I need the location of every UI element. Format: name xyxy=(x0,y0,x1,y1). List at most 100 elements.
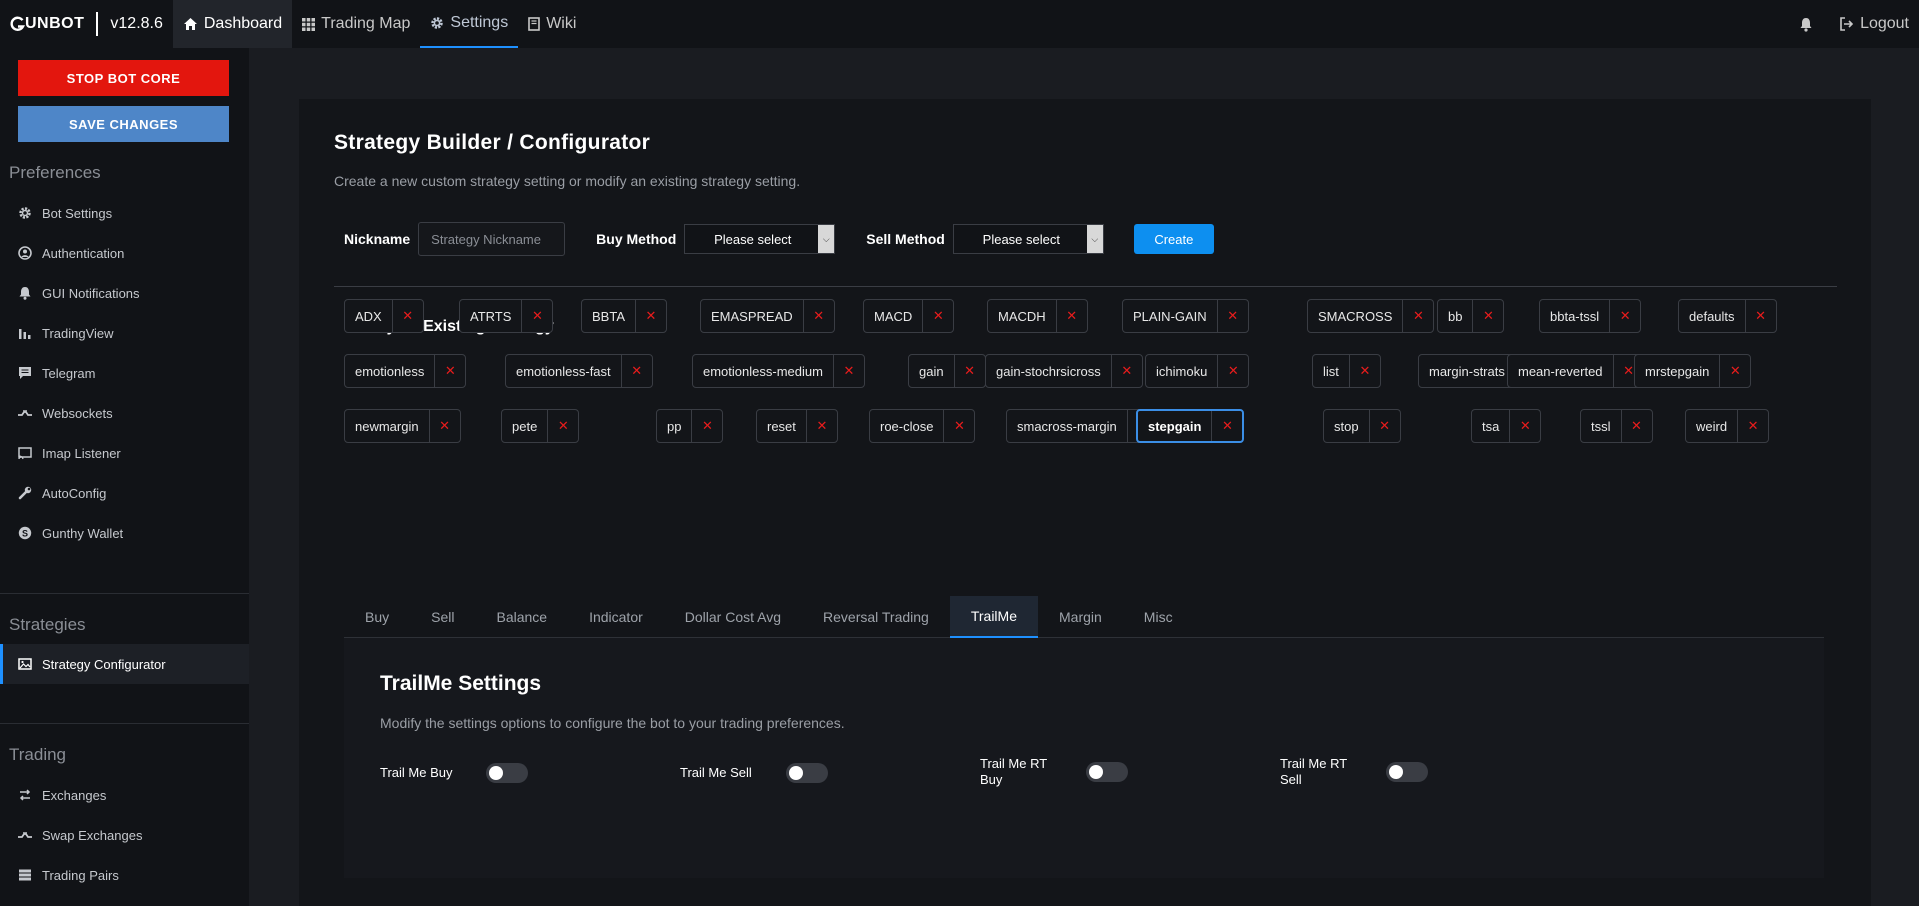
strategy-chip-label[interactable]: weird xyxy=(1686,410,1739,442)
tab-misc[interactable]: Misc xyxy=(1123,596,1194,638)
nickname-input[interactable]: Strategy Nickname xyxy=(418,222,566,256)
toggle-switch[interactable] xyxy=(1086,762,1128,782)
strategy-chip-label[interactable]: emotionless-fast xyxy=(506,355,622,387)
strategy-chip-emotionless[interactable]: emotionless ✕ xyxy=(344,354,467,388)
remove-strategy-icon[interactable]: ✕ xyxy=(1738,410,1768,442)
remove-strategy-icon[interactable]: ✕ xyxy=(1218,300,1248,332)
toggle-switch[interactable] xyxy=(786,763,828,783)
strategy-chip-mrstepgain[interactable]: mrstepgain ✕ xyxy=(1634,354,1752,388)
strategy-chip-label[interactable]: gain xyxy=(909,355,955,387)
nav-settings[interactable]: Settings xyxy=(420,0,519,48)
strategy-chip-label[interactable]: pete xyxy=(502,410,549,442)
create-button[interactable]: Create xyxy=(1133,224,1214,254)
strategy-chip-label[interactable]: bbta-tssl xyxy=(1540,300,1611,332)
nav-wiki[interactable]: Wiki xyxy=(518,0,586,48)
stop-bot-core-button[interactable]: STOP BOT CORE xyxy=(18,60,229,96)
remove-strategy-icon[interactable]: ✕ xyxy=(1112,355,1142,387)
toggle-switch[interactable] xyxy=(486,763,528,783)
tab-indicator[interactable]: Indicator xyxy=(568,596,664,638)
strategy-chip-macdh[interactable]: MACDH ✕ xyxy=(987,299,1088,333)
tab-buy[interactable]: Buy xyxy=(344,596,410,638)
strategy-chip-defaults[interactable]: defaults ✕ xyxy=(1678,299,1777,333)
strategy-chip-label[interactable]: bb xyxy=(1438,300,1474,332)
strategy-chip-label[interactable]: ichimoku xyxy=(1146,355,1219,387)
sidebar-item-exchanges[interactable]: Exchanges xyxy=(0,775,249,815)
remove-strategy-icon[interactable]: ✕ xyxy=(522,300,552,332)
remove-strategy-icon[interactable]: ✕ xyxy=(622,355,652,387)
remove-strategy-icon[interactable]: ✕ xyxy=(1218,355,1248,387)
strategy-chip-label[interactable]: list xyxy=(1313,355,1350,387)
tab-margin[interactable]: Margin xyxy=(1038,596,1123,638)
strategy-chip-mean-reverted[interactable]: mean-reverted ✕ xyxy=(1507,354,1645,388)
nav-trading-map[interactable]: Trading Map xyxy=(292,0,420,48)
strategy-chip-newmargin[interactable]: newmargin ✕ xyxy=(344,409,461,443)
strategy-chip-atrts[interactable]: ATRTS ✕ xyxy=(459,299,554,333)
sidebar-item-websockets[interactable]: Websockets xyxy=(0,393,249,433)
remove-strategy-icon[interactable]: ✕ xyxy=(1510,410,1540,442)
notifications-bell-icon[interactable] xyxy=(1799,17,1813,32)
remove-strategy-icon[interactable]: ✕ xyxy=(1473,300,1503,332)
strategy-chip-tsa[interactable]: tsa ✕ xyxy=(1471,409,1542,443)
sidebar-item-trading-pairs[interactable]: Trading Pairs xyxy=(0,855,249,895)
remove-strategy-icon[interactable]: ✕ xyxy=(692,410,722,442)
remove-strategy-icon[interactable]: ✕ xyxy=(804,300,834,332)
strategy-chip-emaspread[interactable]: EMASPREAD ✕ xyxy=(700,299,835,333)
strategy-chip-label[interactable]: ATRTS xyxy=(460,300,523,332)
tab-sell[interactable]: Sell xyxy=(410,596,475,638)
strategy-chip-label[interactable]: emotionless-medium xyxy=(693,355,834,387)
strategy-chip-label[interactable]: PLAIN-GAIN xyxy=(1123,300,1218,332)
remove-strategy-icon[interactable]: ✕ xyxy=(1610,300,1640,332)
sidebar-item-strategy-configurator[interactable]: Strategy Configurator xyxy=(0,644,249,684)
sidebar-item-bot-settings[interactable]: Bot Settings xyxy=(0,193,249,233)
remove-strategy-icon[interactable]: ✕ xyxy=(393,300,423,332)
strategy-chip-label[interactable]: BBTA xyxy=(582,300,636,332)
strategy-chip-label[interactable]: tssl xyxy=(1581,410,1622,442)
remove-strategy-icon[interactable]: ✕ xyxy=(430,410,460,442)
tab-balance[interactable]: Balance xyxy=(475,596,568,638)
strategy-chip-label[interactable]: MACD xyxy=(864,300,924,332)
sidebar-item-telegram[interactable]: Telegram xyxy=(0,353,249,393)
logo[interactable]: UNBOT xyxy=(0,0,84,48)
strategy-chip-bbta[interactable]: BBTA ✕ xyxy=(581,299,667,333)
strategy-chip-label[interactable]: tsa xyxy=(1472,410,1511,442)
sidebar-item-swap-exchanges[interactable]: Swap Exchanges xyxy=(0,815,249,855)
strategy-chip-gain-stochrsicross[interactable]: gain-stochrsicross ✕ xyxy=(985,354,1143,388)
logout-button[interactable]: Logout xyxy=(1839,15,1909,33)
strategy-chip-label[interactable]: ADX xyxy=(345,300,393,332)
remove-strategy-icon[interactable]: ✕ xyxy=(1057,300,1087,332)
strategy-chip-label[interactable]: newmargin xyxy=(345,410,430,442)
strategy-chip-plain-gain[interactable]: PLAIN-GAIN ✕ xyxy=(1122,299,1249,333)
strategy-chip-label[interactable]: stepgain xyxy=(1138,411,1213,441)
strategy-chip-reset[interactable]: reset ✕ xyxy=(756,409,838,443)
remove-strategy-icon[interactable]: ✕ xyxy=(636,300,666,332)
remove-strategy-icon[interactable]: ✕ xyxy=(1403,300,1433,332)
strategy-chip-label[interactable]: pp xyxy=(657,410,693,442)
strategy-chip-label[interactable]: reset xyxy=(757,410,807,442)
sidebar-item-autoconfig[interactable]: AutoConfig xyxy=(0,473,249,513)
tab-trailme[interactable]: TrailMe xyxy=(949,596,1038,638)
strategy-chip-bb[interactable]: bb ✕ xyxy=(1437,299,1505,333)
strategy-chip-pp[interactable]: pp ✕ xyxy=(656,409,724,443)
strategy-chip-adx[interactable]: ADX ✕ xyxy=(344,299,424,333)
remove-strategy-icon[interactable]: ✕ xyxy=(1720,355,1750,387)
strategy-chip-macd[interactable]: MACD ✕ xyxy=(863,299,955,333)
sidebar-item-gui-notifications[interactable]: GUI Notifications xyxy=(0,273,249,313)
strategy-chip-label[interactable]: SMACROSS xyxy=(1308,300,1404,332)
tab-dollar-cost-avg[interactable]: Dollar Cost Avg xyxy=(664,596,802,638)
remove-strategy-icon[interactable]: ✕ xyxy=(834,355,864,387)
remove-strategy-icon[interactable]: ✕ xyxy=(923,300,953,332)
strategy-chip-emotionless-medium[interactable]: emotionless-medium ✕ xyxy=(692,354,865,388)
remove-strategy-icon[interactable]: ✕ xyxy=(1746,300,1776,332)
strategy-chip-roe-close[interactable]: roe-close ✕ xyxy=(869,409,976,443)
strategy-chip-label[interactable]: smacross-margin xyxy=(1007,410,1128,442)
remove-strategy-icon[interactable]: ✕ xyxy=(548,410,578,442)
strategy-chip-gain[interactable]: gain ✕ xyxy=(908,354,986,388)
strategy-chip-label[interactable]: gain-stochrsicross xyxy=(986,355,1112,387)
sidebar-item-gunthy-wallet[interactable]: S Gunthy Wallet xyxy=(0,513,249,553)
strategy-chip-label[interactable]: mean-reverted xyxy=(1508,355,1614,387)
strategy-chip-label[interactable]: roe-close xyxy=(870,410,945,442)
remove-strategy-icon[interactable]: ✕ xyxy=(1370,410,1400,442)
strategy-chip-emotionless-fast[interactable]: emotionless-fast ✕ xyxy=(505,354,653,388)
sidebar-item-imap-listener[interactable]: Imap Listener xyxy=(0,433,249,473)
toggle-switch[interactable] xyxy=(1386,762,1428,782)
